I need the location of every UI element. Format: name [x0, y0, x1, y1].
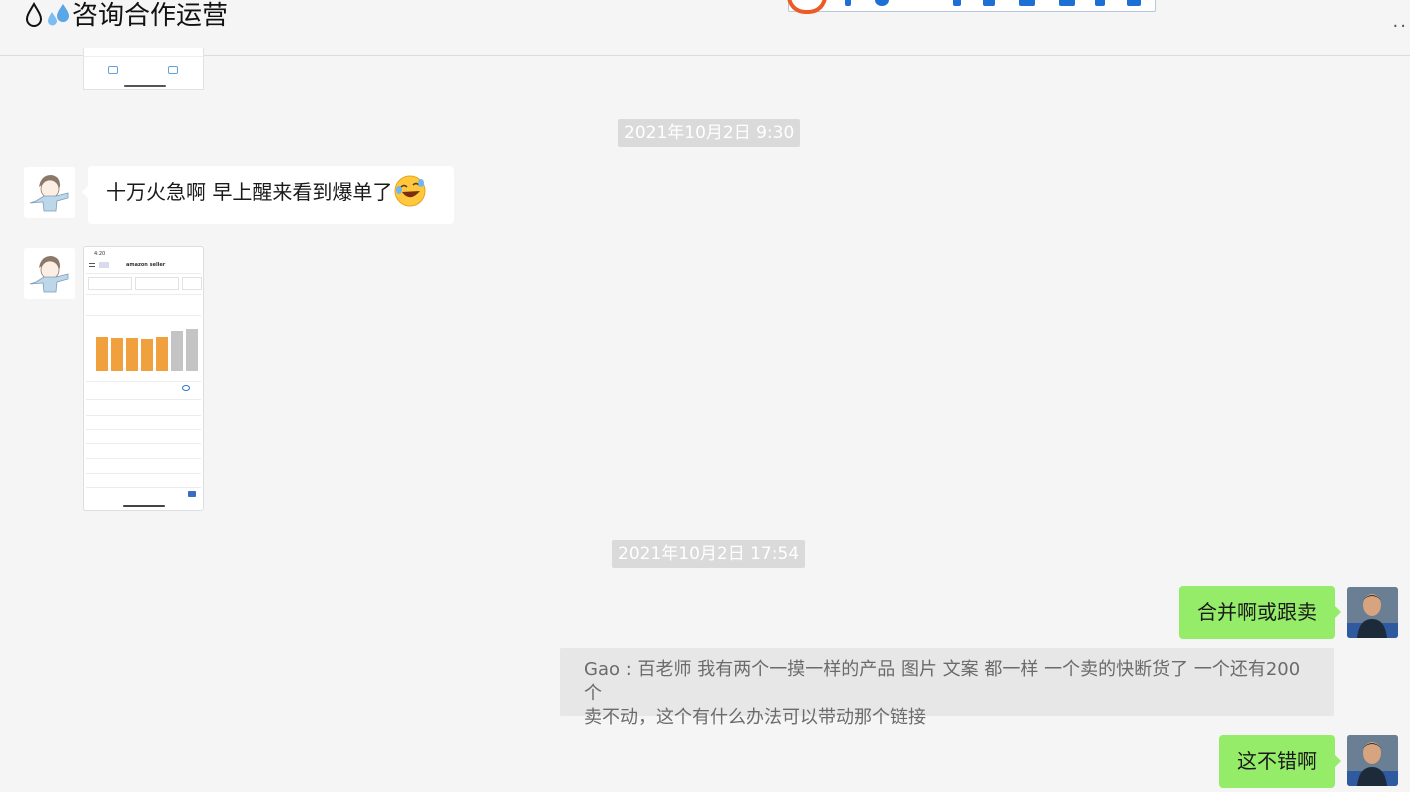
phone-divider — [86, 294, 201, 295]
previous-image-message[interactable] — [83, 48, 204, 90]
phone-chart-bar — [141, 339, 153, 371]
floating-toolbar — [787, 0, 1156, 14]
message-bubble-right[interactable]: 这不错啊 — [1219, 735, 1341, 788]
toolbar-text-icon[interactable] — [983, 0, 995, 6]
phone-chart-bar — [111, 338, 123, 371]
thumbnail-icon — [108, 66, 118, 74]
droplet-icon — [25, 1, 43, 27]
phone-flag-icon — [99, 262, 109, 268]
chat-header: 咨询合作运营 ·· — [0, 0, 1410, 56]
phone-status-bar: 4:20 — [94, 251, 106, 257]
phone-chart-bar — [186, 329, 198, 371]
thumbnail-icon — [168, 66, 178, 74]
phone-chart-bar — [126, 338, 138, 371]
message-bubble-right[interactable]: 合并啊或跟卖 — [1179, 586, 1341, 639]
my-avatar[interactable] — [1347, 735, 1398, 786]
phone-chart-bar — [96, 337, 108, 371]
thumbnail-home-bar — [124, 85, 166, 87]
thumbnail-divider — [84, 56, 203, 57]
image-message-screenshot[interactable]: 4:20 amazon seller — [83, 246, 204, 511]
avatar[interactable] — [24, 248, 75, 299]
phone-divider — [86, 443, 201, 444]
phone-app-title: amazon seller — [126, 262, 166, 268]
toolbar-logo-icon — [787, 0, 827, 14]
toolbar-table-icon[interactable] — [1059, 0, 1075, 6]
phone-refresh-icon — [182, 385, 190, 391]
more-options-button[interactable]: ·· — [1393, 16, 1408, 37]
toolbar-grid-icon[interactable] — [1127, 0, 1141, 6]
rolling-laughing-emoji-icon — [394, 175, 426, 206]
phone-chart-bar — [156, 337, 168, 371]
phone-divider — [86, 429, 201, 430]
toolbar-person-icon[interactable] — [1095, 0, 1105, 6]
phone-stat-card — [135, 277, 179, 290]
timestamp: 2021年10月2日 17:54 — [612, 540, 806, 568]
message-text: 十万火急啊 早上醒来看到爆单了 — [106, 180, 393, 204]
quote-text-line-2: 卖不动，这个有什么办法可以带动那个链接 — [584, 707, 926, 728]
phone-stat-card — [88, 277, 132, 290]
phone-home-bar — [123, 505, 165, 507]
message-text: 这不错啊 — [1237, 749, 1317, 773]
person-photo-avatar-icon — [1347, 587, 1398, 638]
phone-menu-icon — [89, 263, 95, 267]
toolbar-pin-icon[interactable] — [845, 0, 851, 6]
phone-divider — [86, 399, 201, 400]
chat-title: 咨询合作运营 — [24, 0, 228, 32]
phone-divider — [86, 381, 201, 382]
quoted-message[interactable]: Gao : 百老师 我有两个一摸一样的产品 图片 文案 都一样 一个卖的快断货了… — [560, 648, 1334, 728]
timestamp: 2021年10月2日 9:30 — [618, 119, 801, 147]
toolbar-keyboard-icon[interactable] — [1019, 0, 1035, 6]
person-photo-avatar-icon — [1347, 735, 1398, 786]
quote-text-line-1: Gao : 百老师 我有两个一摸一样的产品 图片 文案 都一样 一个卖的快断货了… — [584, 659, 1301, 704]
avatar[interactable] — [24, 167, 75, 218]
phone-divider — [86, 315, 201, 316]
message-text: 合并啊或跟卖 — [1197, 600, 1317, 624]
message-bubble-left[interactable]: 十万火急啊 早上醒来看到爆单了 — [82, 166, 454, 224]
phone-sales-chart — [96, 329, 198, 371]
toolbar-circle-icon[interactable] — [875, 0, 889, 6]
chat-title-text: 咨询合作运营 — [72, 1, 229, 31]
my-avatar[interactable] — [1347, 587, 1398, 638]
phone-stat-card — [182, 277, 202, 290]
phone-divider — [86, 473, 201, 474]
phone-divider — [86, 415, 201, 416]
phone-divider — [86, 273, 201, 274]
toolbar-mic-icon[interactable] — [953, 0, 961, 6]
phone-divider — [86, 458, 201, 459]
anime-avatar-icon — [24, 167, 75, 218]
phone-send-button — [188, 491, 196, 497]
anime-avatar-icon — [24, 248, 75, 299]
phone-divider — [86, 487, 201, 488]
sweat-droplets-icon — [48, 4, 69, 26]
phone-chart-bar — [171, 331, 183, 371]
